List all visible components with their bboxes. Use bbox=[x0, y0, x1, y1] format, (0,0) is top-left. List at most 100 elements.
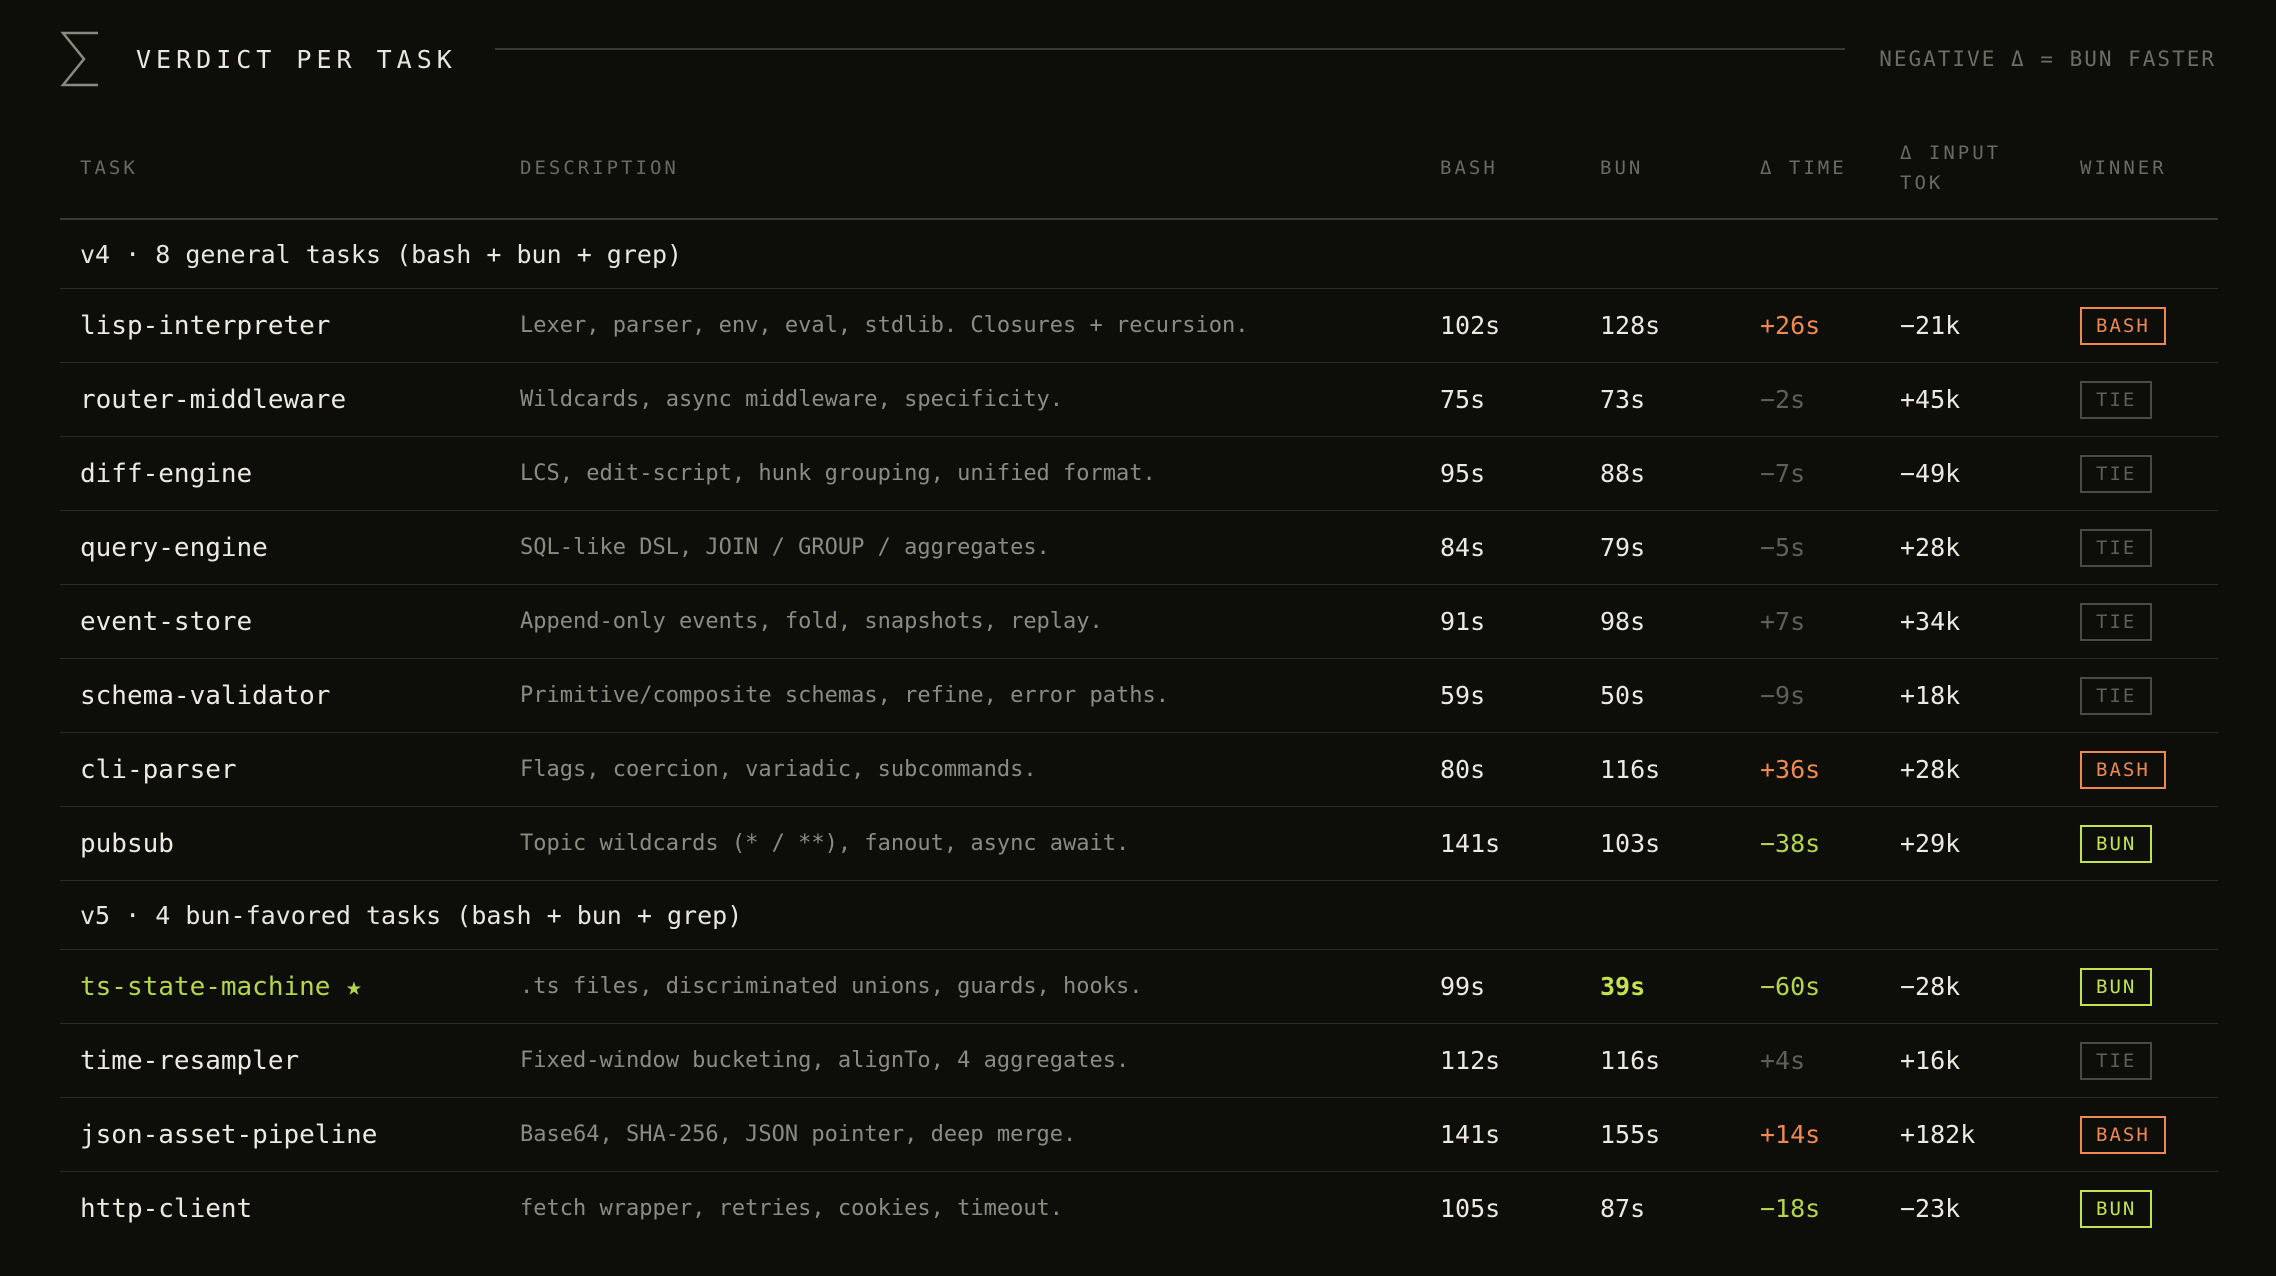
task-description: Base64, SHA-256, JSON pointer, deep merg… bbox=[500, 1097, 1420, 1172]
verdict-table: TASK DESCRIPTION BASH BUN Δ TIME Δ INPUT… bbox=[60, 118, 2218, 1245]
task-description: Topic wildcards (* / **), fanout, async … bbox=[500, 806, 1420, 881]
task-description: Primitive/composite schemas, refine, err… bbox=[500, 658, 1420, 733]
delta-time-cell: +26s bbox=[1740, 288, 1880, 363]
task-description: Wildcards, async middleware, specificity… bbox=[500, 362, 1420, 437]
task-name: json-asset-pipeline bbox=[60, 1097, 500, 1172]
table-row: http-client fetch wrapper, retries, cooki… bbox=[60, 1172, 2218, 1246]
page-title: VERDICT PER TASK bbox=[136, 44, 457, 74]
winner-badge: BUN bbox=[2080, 967, 2153, 1006]
delta-time: +14s bbox=[1760, 1120, 1821, 1149]
bun-time: 50s bbox=[1580, 658, 1740, 733]
header-note: NEGATIVE Δ = BUN FASTER bbox=[1879, 47, 2216, 71]
table-row: cli-parser Flags, coercion, variadic, sub… bbox=[60, 732, 2218, 807]
bash-time: 99s bbox=[1420, 949, 1580, 1024]
delta-input-tokens: +28k bbox=[1880, 732, 2060, 807]
bun-time: 103s bbox=[1580, 806, 1740, 881]
header-rule bbox=[494, 48, 1846, 50]
winner-badge: BUN bbox=[2080, 824, 2153, 863]
winner-badge: BASH bbox=[2080, 306, 2166, 345]
winner-badge: TIE bbox=[2080, 1041, 2153, 1080]
delta-time: −38s bbox=[1760, 829, 1821, 858]
delta-input-tokens: +28k bbox=[1880, 510, 2060, 585]
task-name: time-resampler bbox=[60, 1023, 500, 1098]
winner-cell: BASH bbox=[2060, 732, 2218, 807]
delta-input-tokens: +182k bbox=[1880, 1097, 2060, 1172]
bash-time: 105s bbox=[1440, 1194, 1501, 1223]
delta-time: −18s bbox=[1760, 1194, 1821, 1223]
delta-time-cell: −7s bbox=[1740, 436, 1880, 511]
column-header-bash: BASH bbox=[1420, 118, 1580, 220]
column-header-winner: WINNER bbox=[2060, 118, 2218, 220]
delta-time-cell: +36s bbox=[1740, 732, 1880, 807]
verdict-page: VERDICT PER TASK NEGATIVE Δ = BUN FASTER… bbox=[0, 0, 2276, 1276]
bash-time: 141s bbox=[1420, 1097, 1580, 1172]
group-row: v5 · 4 bun-favored tasks (bash + bun + g… bbox=[60, 880, 2218, 950]
header: VERDICT PER TASK NEGATIVE Δ = BUN FASTER bbox=[60, 0, 2216, 118]
task-name: lisp-interpreter bbox=[60, 288, 500, 363]
delta-time: +26s bbox=[1760, 311, 1821, 340]
task-description: Lexer, parser, env, eval, stdlib. Closur… bbox=[500, 288, 1420, 363]
bun-time: 79s bbox=[1580, 510, 1740, 585]
table-row: time-resampler Fixed-window bucketing, al… bbox=[60, 1023, 2218, 1098]
bash-time: 91s bbox=[1420, 584, 1580, 659]
winner-badge: TIE bbox=[2080, 528, 2153, 567]
table-row: ts-state-machine ★ .ts files, discriminat… bbox=[60, 949, 2218, 1024]
delta-input-tokens: +29k bbox=[1880, 806, 2060, 881]
delta-time: +36s bbox=[1760, 755, 1821, 784]
table-row: diff-engine LCS, edit-script, hunk groupi… bbox=[60, 436, 2218, 511]
table-row: query-engine SQL-like DSL, JOIN / GROUP /… bbox=[60, 510, 2218, 585]
bash-time: 84s bbox=[1420, 510, 1580, 585]
winner-cell: TIE bbox=[2060, 510, 2218, 585]
delta-input-tokens: −21k bbox=[1880, 288, 2060, 363]
bash-time: 141s bbox=[1420, 806, 1580, 881]
delta-time-cell: +7s bbox=[1740, 584, 1880, 659]
winner-badge: BASH bbox=[2080, 1115, 2166, 1154]
winner-badge: TIE bbox=[2080, 380, 2153, 419]
table-row: pubsub Topic wildcards (* / **), fanout, … bbox=[60, 806, 2218, 881]
winner-badge: TIE bbox=[2080, 454, 2153, 493]
sigma-icon bbox=[60, 31, 100, 87]
task-name: diff-engine bbox=[60, 436, 500, 511]
delta-time-cell: −2s bbox=[1740, 362, 1880, 437]
bun-time: 87s bbox=[1600, 1194, 1646, 1223]
column-header-task: TASK bbox=[60, 118, 500, 220]
winner-cell: TIE bbox=[2060, 1023, 2218, 1098]
winner-cell: TIE bbox=[2060, 362, 2218, 437]
winner-cell: BASH bbox=[2060, 288, 2218, 363]
bun-time: 155s bbox=[1580, 1097, 1740, 1172]
column-header-delta-time: Δ TIME bbox=[1740, 118, 1880, 220]
winner-badge: TIE bbox=[2080, 602, 2153, 641]
delta-time-cell: −18s bbox=[1740, 1172, 1880, 1246]
task-name: http-client bbox=[80, 1193, 253, 1224]
delta-time-cell: −60s bbox=[1740, 949, 1880, 1024]
delta-input-tokens: +34k bbox=[1880, 584, 2060, 659]
winner-cell: TIE bbox=[2060, 436, 2218, 511]
group-row: v4 · 8 general tasks (bash + bun + grep) bbox=[60, 219, 2218, 289]
task-name: router-middleware bbox=[60, 362, 500, 437]
delta-time-cell: −5s bbox=[1740, 510, 1880, 585]
table-row: event-store Append-only events, fold, sna… bbox=[60, 584, 2218, 659]
delta-input-tokens: +16k bbox=[1880, 1023, 2060, 1098]
group-label: v4 · 8 general tasks (bash + bun + grep) bbox=[60, 219, 2218, 289]
bash-time: 59s bbox=[1420, 658, 1580, 733]
winner-badge: BASH bbox=[2080, 750, 2166, 789]
task-description: Fixed-window bucketing, alignTo, 4 aggre… bbox=[500, 1023, 1420, 1098]
delta-input-tokens: +18k bbox=[1880, 658, 2060, 733]
task-description: Flags, coercion, variadic, subcommands. bbox=[500, 732, 1420, 807]
delta-input-tokens: +45k bbox=[1880, 362, 2060, 437]
bun-time: 88s bbox=[1580, 436, 1740, 511]
delta-time: +7s bbox=[1760, 607, 1806, 636]
bash-time: 75s bbox=[1420, 362, 1580, 437]
task-name: schema-validator bbox=[60, 658, 500, 733]
bash-time: 102s bbox=[1420, 288, 1580, 363]
column-header-delta-input: Δ INPUT TOK bbox=[1880, 118, 2060, 220]
task-name: query-engine bbox=[60, 510, 500, 585]
task-description: fetch wrapper, retries, cookies, timeout… bbox=[520, 1196, 1064, 1221]
delta-time: −5s bbox=[1760, 533, 1806, 562]
task-description: SQL-like DSL, JOIN / GROUP / aggregates. bbox=[500, 510, 1420, 585]
table-body: v4 · 8 general tasks (bash + bun + grep)… bbox=[60, 219, 2218, 1245]
task-name: ts-state-machine ★ bbox=[60, 949, 500, 1024]
delta-time-cell: −38s bbox=[1740, 806, 1880, 881]
bash-time: 80s bbox=[1420, 732, 1580, 807]
bun-time: 98s bbox=[1580, 584, 1740, 659]
